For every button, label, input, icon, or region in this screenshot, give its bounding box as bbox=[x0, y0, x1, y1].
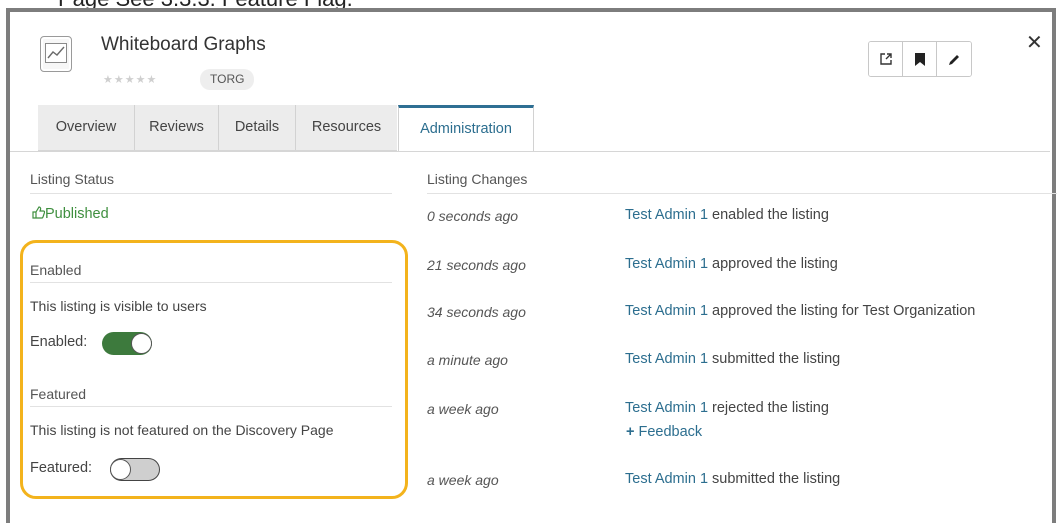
listing-changes-heading: Listing Changes bbox=[427, 171, 528, 187]
enabled-heading: Enabled bbox=[30, 262, 82, 278]
close-icon[interactable]: ✕ bbox=[1026, 30, 1043, 55]
change-action: rejected the listing bbox=[708, 400, 829, 416]
change-time: 34 seconds ago bbox=[427, 304, 526, 320]
pencil-icon bbox=[948, 54, 959, 65]
tab-bar: Overview Reviews Details Resources Admin… bbox=[38, 105, 1056, 152]
changes-divider bbox=[427, 193, 1057, 194]
featured-toggle-label: Featured: bbox=[30, 460, 93, 476]
tab-details[interactable]: Details bbox=[219, 105, 296, 150]
feedback-label: Feedback bbox=[638, 424, 703, 440]
featured-toggle-knob bbox=[110, 458, 131, 480]
tab-overview[interactable]: Overview bbox=[38, 105, 135, 150]
change-action: submitted the listing bbox=[708, 471, 841, 487]
change-entry: Test Admin 1 enabled the listing bbox=[625, 207, 829, 223]
thumbs-up-icon bbox=[32, 206, 46, 219]
featured-divider bbox=[30, 406, 392, 407]
change-actor-link[interactable]: Test Admin 1 bbox=[625, 303, 708, 319]
open-listing-button[interactable] bbox=[869, 42, 903, 76]
caption-fragment: Page See 3.3.3. Feature Flag. bbox=[0, 0, 1062, 8]
change-entry: Test Admin 1 rejected the listing bbox=[625, 400, 829, 416]
published-status: Published bbox=[32, 206, 109, 222]
external-link-icon bbox=[879, 53, 892, 65]
change-time: a week ago bbox=[427, 472, 499, 488]
listing-title: Whiteboard Graphs bbox=[101, 34, 266, 55]
tab-reviews[interactable]: Reviews bbox=[135, 105, 219, 150]
enabled-toggle[interactable] bbox=[102, 332, 152, 355]
bookmark-button[interactable] bbox=[903, 42, 937, 76]
change-entry: Test Admin 1 submitted the listing bbox=[625, 351, 840, 367]
listing-status-heading: Listing Status bbox=[30, 171, 115, 187]
change-action: enabled the listing bbox=[708, 207, 829, 223]
change-time: 0 seconds ago bbox=[427, 208, 519, 224]
change-actor-link[interactable]: Test Admin 1 bbox=[625, 351, 708, 367]
bookmark-icon bbox=[914, 52, 925, 66]
line-chart-icon bbox=[45, 43, 67, 63]
tab-resources[interactable]: Resources bbox=[296, 105, 397, 150]
change-actor-link[interactable]: Test Admin 1 bbox=[625, 471, 708, 487]
listing-app-icon bbox=[40, 36, 72, 72]
enabled-description: This listing is visible to users bbox=[30, 298, 207, 314]
change-action: submitted the listing bbox=[708, 351, 841, 367]
feedback-link[interactable]: + Feedback bbox=[626, 424, 702, 440]
featured-toggle[interactable] bbox=[110, 458, 160, 481]
listing-modal: Whiteboard Graphs ★★★★★ TORG ✕ Overview … bbox=[6, 8, 1057, 523]
change-actor-link[interactable]: Test Admin 1 bbox=[625, 400, 708, 416]
enabled-toggle-label: Enabled: bbox=[30, 334, 88, 350]
change-entry: Test Admin 1 approved the listing bbox=[625, 256, 838, 272]
enabled-toggle-knob bbox=[131, 332, 152, 354]
published-label: Published bbox=[45, 206, 109, 222]
change-action: approved the listing bbox=[708, 256, 838, 272]
change-time: 21 seconds ago bbox=[427, 257, 526, 273]
change-action: approved the listing for Test Organizati… bbox=[708, 303, 976, 319]
caption-text: Page See 3.3.3. Feature Flag. bbox=[58, 0, 353, 8]
tab-divider bbox=[10, 151, 1050, 152]
change-time: a week ago bbox=[427, 401, 499, 417]
status-divider bbox=[30, 193, 392, 194]
organization-badge: TORG bbox=[200, 69, 255, 90]
featured-heading: Featured bbox=[30, 386, 87, 402]
change-time: a minute ago bbox=[427, 352, 508, 368]
change-entry: Test Admin 1 approved the listing for Te… bbox=[625, 303, 975, 319]
rating-stars: ★★★★★ bbox=[103, 74, 158, 86]
change-actor-link[interactable]: Test Admin 1 bbox=[625, 256, 708, 272]
change-entry: Test Admin 1 submitted the listing bbox=[625, 471, 840, 487]
plus-icon: + bbox=[626, 424, 635, 440]
edit-button[interactable] bbox=[937, 42, 971, 76]
listing-actions bbox=[868, 41, 972, 77]
change-actor-link[interactable]: Test Admin 1 bbox=[625, 207, 708, 223]
featured-description: This listing is not featured on the Disc… bbox=[30, 422, 334, 438]
tab-administration[interactable]: Administration bbox=[398, 105, 534, 151]
enabled-divider bbox=[30, 282, 392, 283]
